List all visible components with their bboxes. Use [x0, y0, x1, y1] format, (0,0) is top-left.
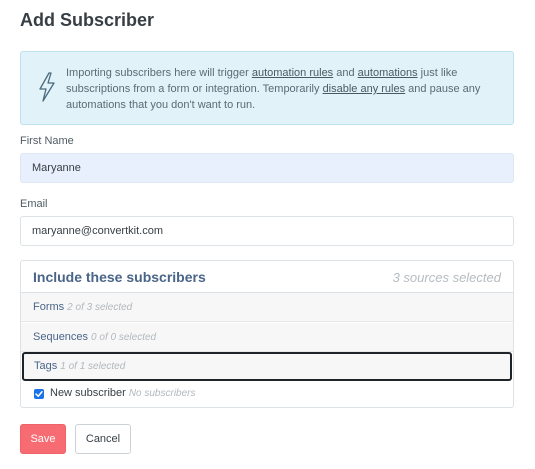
source-selection-count: 2 of 3 selected: [67, 302, 133, 313]
source-row-forms[interactable]: Forms 2 of 3 selected: [21, 293, 513, 322]
lightning-bolt-icon: [38, 72, 56, 102]
email-label: Email: [20, 198, 48, 210]
automation-rules-link[interactable]: automation rules: [252, 67, 333, 79]
checkmark-icon: [35, 391, 43, 397]
include-subscribers-panel: Include these subscribers 3 sources sele…: [20, 260, 514, 408]
option-label: New subscriber: [50, 387, 126, 399]
notice-text: Importing subscribers here will trigger …: [66, 65, 506, 113]
page-title: Add Subscriber: [20, 10, 155, 30]
source-name: Sequences 0 of 0 selected: [33, 331, 156, 343]
source-selection-count: 1 of 1 selected: [60, 361, 126, 372]
new-subscriber-label: New subscriber No subscribers: [50, 387, 196, 399]
save-button[interactable]: Save: [20, 424, 66, 454]
source-label: Sequences: [33, 331, 89, 343]
email-field[interactable]: [20, 216, 514, 246]
notice-text-part: Importing subscribers here will trigger: [66, 67, 252, 79]
source-row-tags[interactable]: Tags 1 of 1 selected: [22, 352, 512, 381]
source-selection-count: 0 of 0 selected: [91, 332, 157, 343]
automation-notice: Importing subscribers here will trigger …: [20, 51, 514, 125]
first-name-label: First Name: [20, 135, 74, 147]
automations-link[interactable]: automations: [358, 67, 418, 79]
source-label: Tags: [34, 360, 58, 372]
first-name-field[interactable]: [20, 153, 514, 183]
source-name: Forms 2 of 3 selected: [33, 301, 132, 313]
no-subscribers-note: No subscribers: [128, 388, 196, 399]
source-row-sequences[interactable]: Sequences 0 of 0 selected: [21, 323, 513, 352]
source-name: Tags 1 of 1 selected: [34, 360, 125, 372]
new-subscriber-option: New subscriber No subscribers: [21, 382, 513, 406]
include-panel-header: Include these subscribers 3 sources sele…: [21, 261, 513, 293]
source-label: Forms: [33, 301, 65, 313]
disable-rules-link[interactable]: disable any rules: [323, 83, 406, 95]
sources-selected-count: 3 sources selected: [392, 270, 501, 285]
cancel-button[interactable]: Cancel: [75, 424, 131, 454]
notice-text-part: and: [333, 67, 358, 79]
new-subscriber-checkbox[interactable]: [34, 389, 44, 399]
include-panel-title: Include these subscribers: [33, 269, 206, 285]
